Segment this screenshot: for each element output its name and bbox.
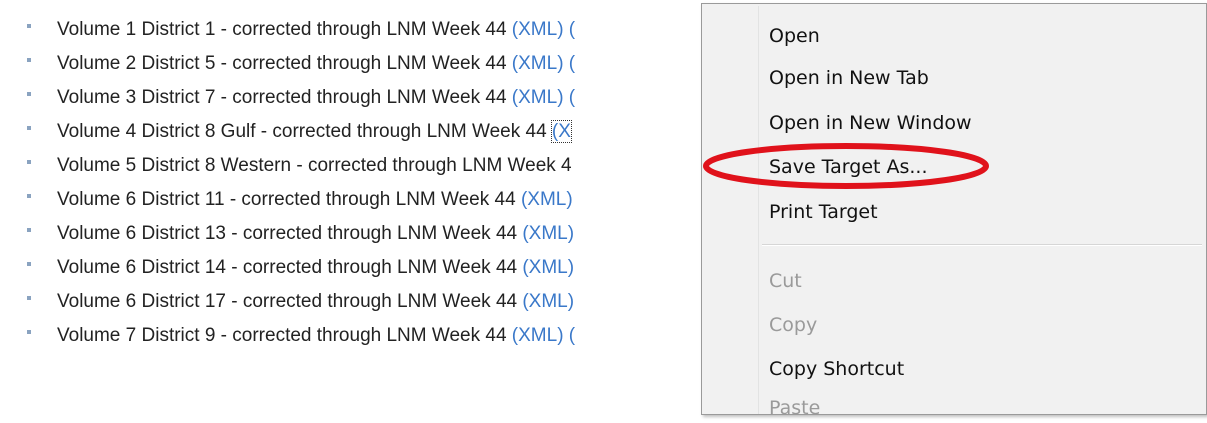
bullet-icon bbox=[27, 296, 31, 300]
xml-link[interactable]: (XML) bbox=[512, 325, 564, 346]
list-item-label: Volume 2 District 5 - corrected through … bbox=[57, 53, 512, 74]
menu-separator bbox=[762, 244, 1202, 246]
list-item-text: Volume 6 District 14 - corrected through… bbox=[57, 251, 574, 285]
menu-item-open-new-window[interactable]: Open in New Window bbox=[769, 108, 972, 138]
xml-link[interactable]: (XML) bbox=[512, 53, 564, 74]
list-item-text: Volume 1 District 1 - corrected through … bbox=[57, 13, 575, 47]
list-item-text: Volume 5 District 8 Western - corrected … bbox=[57, 149, 572, 183]
menu-gutter-divider bbox=[758, 6, 759, 414]
menu-item-print-target[interactable]: Print Target bbox=[769, 197, 878, 227]
bullet-icon bbox=[27, 126, 31, 130]
list-item-label: Volume 6 District 11 - corrected through… bbox=[57, 189, 521, 210]
list-item-text: Volume 2 District 5 - corrected through … bbox=[57, 47, 575, 81]
list-item-label: Volume 6 District 13 - corrected through… bbox=[57, 223, 523, 244]
pdf-link-fragment[interactable]: ( bbox=[564, 53, 575, 74]
xml-link[interactable]: (XML) bbox=[522, 291, 574, 312]
list-item-text: Volume 4 District 8 Gulf - corrected thr… bbox=[57, 115, 572, 149]
list-item-text: Volume 7 District 9 - corrected through … bbox=[57, 319, 575, 353]
list-item-label: Volume 6 District 14 - corrected through… bbox=[57, 257, 523, 278]
list-item-label: Volume 6 District 17 - corrected through… bbox=[57, 291, 523, 312]
pdf-link-fragment[interactable]: ( bbox=[564, 19, 575, 40]
xml-link-focused[interactable]: (X bbox=[550, 120, 572, 143]
bullet-icon bbox=[27, 24, 31, 28]
list-item-text: Volume 6 District 11 - corrected through… bbox=[57, 183, 573, 217]
list-item-text: Volume 3 District 7 - corrected through … bbox=[57, 81, 575, 115]
pdf-link-fragment[interactable]: ( bbox=[564, 325, 575, 346]
bullet-icon bbox=[27, 160, 31, 164]
list-item-label: Volume 3 District 7 - corrected through … bbox=[57, 87, 512, 108]
menu-item-open[interactable]: Open bbox=[769, 21, 820, 51]
list-item-label: Volume 4 District 8 Gulf - corrected thr… bbox=[57, 121, 552, 142]
bullet-icon bbox=[27, 330, 31, 334]
list-item-text: Volume 6 District 17 - corrected through… bbox=[57, 285, 574, 319]
menu-item-open-new-tab[interactable]: Open in New Tab bbox=[769, 63, 929, 93]
bullet-icon bbox=[27, 228, 31, 232]
xml-link[interactable]: (XML) bbox=[521, 189, 573, 210]
menu-item-copy[interactable]: Copy bbox=[769, 310, 817, 340]
context-menu: Open Open in New Tab Open in New Window … bbox=[701, 3, 1207, 419]
list-item-label: Volume 1 District 1 - corrected through … bbox=[57, 19, 512, 40]
list-item-text: Volume 6 District 13 - corrected through… bbox=[57, 217, 574, 251]
xml-link[interactable]: (XML) bbox=[522, 223, 574, 244]
bullet-icon bbox=[27, 194, 31, 198]
list-item-label: Volume 5 District 8 Western - corrected … bbox=[57, 155, 572, 176]
list-item-label: Volume 7 District 9 - corrected through … bbox=[57, 325, 512, 346]
bullet-icon bbox=[27, 92, 31, 96]
xml-link[interactable]: (XML) bbox=[522, 257, 574, 278]
menu-item-save-target-as[interactable]: Save Target As... bbox=[769, 152, 928, 182]
pdf-link-fragment[interactable]: ( bbox=[564, 87, 575, 108]
xml-link[interactable]: (XML) bbox=[512, 87, 564, 108]
bullet-icon bbox=[27, 58, 31, 62]
menu-item-copy-shortcut[interactable]: Copy Shortcut bbox=[769, 354, 904, 384]
menu-item-cut[interactable]: Cut bbox=[769, 266, 802, 296]
bullet-icon bbox=[27, 262, 31, 266]
xml-link[interactable]: (XML) bbox=[512, 19, 564, 40]
menu-item-paste[interactable]: Paste bbox=[769, 393, 820, 423]
